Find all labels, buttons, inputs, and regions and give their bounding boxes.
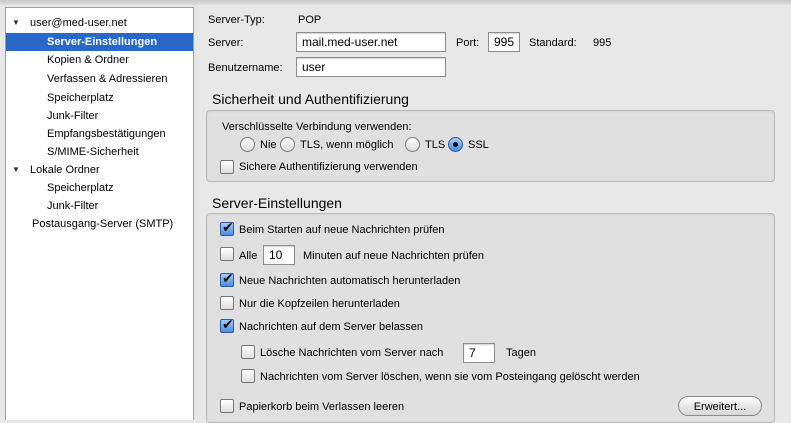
tree-item-label: Speicherplatz	[47, 92, 114, 104]
security-section-title: Sicherheit und Authentifizierung	[212, 91, 409, 107]
tree-local-folders-label: Lokale Ordner	[30, 164, 100, 176]
check-every-minutes-input[interactable]	[263, 245, 295, 265]
check-on-start-checkbox[interactable]: ✔	[220, 219, 234, 236]
delete-after-checkbox[interactable]	[241, 345, 255, 359]
delete-after-days-input[interactable]	[463, 343, 495, 363]
tree-account-label: user@med-user.net	[30, 17, 127, 29]
port-label: Port:	[456, 37, 480, 49]
headers-only-checkbox[interactable]	[220, 296, 234, 310]
advanced-button[interactable]: Erweitert...	[678, 396, 762, 416]
tree-item-smtp[interactable]: Postausgang-Server (SMTP)	[6, 215, 193, 233]
checkmark-icon: ✔	[222, 219, 234, 235]
secure-auth-label: Sichere Authentifizierung verwenden	[239, 161, 418, 173]
disclosure-triangle-icon[interactable]: ▼	[12, 161, 20, 179]
tree-item-local-disk-space[interactable]: Speicherplatz	[6, 179, 193, 197]
tree-item-label: Kopien & Ordner	[47, 54, 129, 66]
radio-never[interactable]	[240, 137, 255, 152]
disclosure-triangle-icon[interactable]: ▼	[12, 14, 20, 32]
tree-item-label: Empfangsbestätigungen	[47, 128, 166, 140]
auto-download-label: Neue Nachrichten automatisch herunterlad…	[239, 275, 461, 287]
tree-item-label: S/MIME-Sicherheit	[47, 146, 139, 158]
delete-when-deleted-label: Nachrichten vom Server löschen, wenn sie…	[260, 371, 640, 383]
tree-item-copies-folders[interactable]: Kopien & Ordner	[6, 51, 193, 69]
radio-tls[interactable]	[405, 137, 420, 152]
window-top-edge	[0, 0, 791, 5]
server-settings-section-title: Server-Einstellungen	[212, 195, 342, 211]
tree-item-label: Verfassen & Adressieren	[47, 73, 168, 85]
username-input[interactable]	[296, 57, 446, 77]
server-type-label: Server-Typ:	[208, 14, 265, 26]
port-input[interactable]	[488, 32, 520, 52]
radio-tls-label: TLS	[425, 139, 446, 151]
tree-item-label: Speicherplatz	[47, 182, 114, 194]
headers-only-label: Nur die Kopfzeilen herunterladen	[239, 298, 400, 310]
radio-never-label: Nie	[260, 139, 277, 151]
empty-trash-label: Papierkorb beim Verlassen leeren	[239, 401, 405, 413]
encrypted-connection-label: Verschlüsselte Verbindung verwenden:	[222, 121, 412, 133]
check-every-prefix: Alle	[239, 250, 258, 262]
radio-ssl-label: SSL	[468, 139, 489, 151]
tree-item-disk-space[interactable]: Speicherplatz	[6, 89, 193, 107]
tree-local-folders[interactable]: ▼ Lokale Ordner	[6, 161, 193, 179]
tree-item-label: Junk-Filter	[47, 200, 99, 212]
auto-download-checkbox[interactable]: ✔	[220, 270, 234, 287]
tree-item-receipts[interactable]: Empfangsbestätigungen	[6, 125, 193, 143]
server-type-value: POP	[298, 14, 322, 26]
tree-item-local-junk-filter[interactable]: Junk-Filter	[6, 197, 193, 215]
checkmark-icon: ✔	[222, 270, 234, 286]
server-label: Server:	[208, 37, 244, 49]
tree-item-server-settings[interactable]: Server-Einstellungen	[6, 33, 193, 51]
leave-on-server-checkbox[interactable]: ✔	[220, 316, 234, 333]
tree-item-label: Postausgang-Server (SMTP)	[32, 218, 174, 230]
tree-account[interactable]: ▼ user@med-user.net	[6, 14, 193, 32]
secure-auth-checkbox[interactable]	[220, 160, 234, 174]
checkmark-icon: ✔	[222, 316, 234, 332]
check-on-start-label: Beim Starten auf neue Nachrichten prüfen	[239, 224, 445, 236]
account-tree[interactable]: ▼ user@med-user.net Server-Einstellungen…	[5, 7, 194, 420]
tree-item-label: Server-Einstellungen	[47, 36, 158, 48]
check-every-checkbox[interactable]	[220, 247, 234, 261]
tree-item-junk-filter[interactable]: Junk-Filter	[6, 107, 193, 125]
radio-tls-if-possible[interactable]	[280, 137, 295, 152]
check-every-suffix: Minuten auf neue Nachrichten prüfen	[303, 250, 485, 262]
tree-item-smime[interactable]: S/MIME-Sicherheit	[6, 143, 193, 161]
radio-ssl[interactable]	[448, 137, 463, 152]
delete-after-suffix: Tagen	[506, 347, 536, 359]
server-input[interactable]	[296, 32, 446, 52]
empty-trash-checkbox[interactable]	[220, 399, 234, 413]
standard-port-value: 995	[593, 37, 612, 49]
leave-on-server-label: Nachrichten auf dem Server belassen	[239, 321, 424, 333]
delete-after-prefix: Lösche Nachrichten vom Server nach	[260, 347, 444, 359]
radio-tls-if-possible-label: TLS, wenn möglich	[300, 139, 394, 151]
username-label: Benutzername:	[208, 62, 283, 74]
standard-port-label: Standard:	[529, 37, 577, 49]
delete-when-deleted-checkbox[interactable]	[241, 369, 255, 383]
tree-item-label: Junk-Filter	[47, 110, 99, 122]
tree-item-compose[interactable]: Verfassen & Adressieren	[6, 70, 193, 88]
